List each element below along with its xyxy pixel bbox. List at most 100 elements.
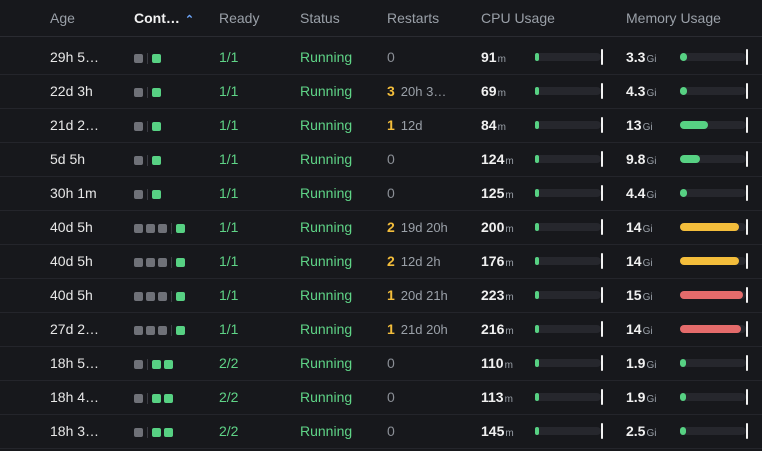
cpu-unit: m [505, 190, 514, 201]
cell-age: 18h 4… [50, 389, 100, 405]
cell-cpu: 200m [481, 210, 514, 244]
cpu-usage-bar [535, 287, 603, 303]
cpu-limit-marker [601, 185, 603, 201]
column-header-containers[interactable]: Cont… ⌃ [134, 10, 194, 26]
init-container-icon [146, 325, 155, 335]
table-row[interactable]: 21d 2… 1/1 Running 1 12d 84m 13Gi [0, 108, 762, 143]
table-row[interactable]: 5d 5h 1/1 Running 0 124m 9.8Gi [0, 142, 762, 177]
column-header-ready[interactable]: Ready [219, 10, 259, 26]
cell-restarts: 0 [387, 142, 401, 176]
column-header-age[interactable]: Age [50, 10, 75, 26]
cell-memory: 1.9Gi [626, 380, 656, 414]
cell-containers [134, 142, 164, 176]
cpu-value: 200 [481, 219, 505, 235]
cell-containers [134, 108, 164, 142]
cpu-value: 91 [481, 49, 497, 65]
table-row[interactable]: 29h 5… 1/1 Running 0 91m 3.3Gi [0, 40, 762, 75]
cpu-usage-bar [535, 321, 603, 337]
cell-age: 40d 5h [50, 287, 93, 303]
cell-memory: 3.3Gi [626, 40, 656, 74]
table-row[interactable]: 18h 3… 2/2 Running 0 145m 2.5Gi [0, 414, 762, 449]
memory-usage-bar [680, 151, 748, 167]
table-row[interactable]: 18h 4… 2/2 Running 0 113m 1.9Gi [0, 380, 762, 415]
last-restart-ago: 12d [400, 118, 423, 133]
cpu-unit: m [504, 360, 513, 371]
memory-usage-bar [680, 321, 748, 337]
table-row[interactable]: 40d 5h 1/1 Running 2 19d 20h 200m 14Gi [0, 210, 762, 245]
memory-unit: Gi [646, 54, 657, 65]
table-row[interactable]: 40d 5h 1/1 Running 2 12d 2h 176m 14Gi [0, 244, 762, 279]
cell-containers [134, 244, 188, 278]
cpu-usage-fill [535, 427, 539, 435]
memory-limit-marker [746, 49, 748, 65]
container-separator [147, 426, 148, 438]
cell-restarts: 1 21d 20h [387, 312, 448, 346]
memory-value: 3.3 [626, 49, 646, 65]
cell-status: Running [300, 389, 353, 405]
column-header-status[interactable]: Status [300, 10, 340, 26]
table-row[interactable]: 30h 1m 1/1 Running 0 125m 4.4Gi [0, 176, 762, 211]
memory-value: 1.9 [626, 355, 646, 371]
cell-age: 27d 2… [50, 321, 100, 337]
init-container-icon [134, 257, 143, 267]
memory-value: 4.3 [626, 83, 646, 99]
restart-count: 0 [387, 185, 395, 201]
last-restart-ago: 12d 2h [400, 254, 441, 269]
memory-usage-fill [680, 393, 686, 401]
cell-restarts: 0 [387, 414, 401, 448]
cpu-usage-fill [535, 87, 539, 95]
container-ready-icon [152, 393, 161, 403]
cpu-limit-marker [601, 287, 603, 303]
memory-unit: Gi [646, 190, 657, 201]
cell-memory: 13Gi [626, 108, 653, 142]
memory-limit-marker [746, 287, 748, 303]
cpu-limit-marker [601, 219, 603, 235]
cell-age: 40d 5h [50, 219, 93, 235]
cell-age: 5d 5h [50, 151, 86, 167]
memory-usage-fill [680, 223, 739, 231]
memory-unit: Gi [642, 224, 653, 235]
cpu-usage-fill [535, 359, 539, 367]
container-ready-icon [176, 325, 185, 335]
cpu-usage-fill [535, 189, 539, 197]
column-header-restarts[interactable]: Restarts [387, 10, 439, 26]
cpu-value: 84 [481, 117, 497, 133]
cell-restarts: 0 [387, 380, 401, 414]
table-row[interactable]: 18h 5… 2/2 Running 0 110m 1.9Gi [0, 346, 762, 381]
table-row[interactable]: 40d 5h 1/1 Running 1 20d 21h 223m 15Gi [0, 278, 762, 313]
memory-unit: Gi [642, 122, 653, 133]
cpu-usage-bar [535, 185, 603, 201]
memory-usage-fill [680, 189, 687, 197]
column-header-cpu-usage[interactable]: CPU Usage [481, 10, 555, 26]
restart-count: 0 [387, 151, 395, 167]
cell-restarts: 1 12d [387, 108, 423, 142]
cell-status: Running [300, 83, 353, 99]
memory-limit-marker [746, 355, 748, 371]
cell-ready: 2/2 [219, 423, 239, 439]
memory-limit-marker [746, 151, 748, 167]
cpu-limit-marker [601, 49, 603, 65]
cpu-limit-marker [601, 83, 603, 99]
container-ready-icon [176, 291, 185, 301]
table-row[interactable]: 22d 3h 1/1 Running 3 20h 3… 69m 4.3Gi [0, 74, 762, 109]
memory-usage-fill [680, 53, 687, 61]
cpu-usage-bar [535, 117, 603, 133]
cell-age: 21d 2… [50, 117, 100, 133]
init-container-icon [134, 359, 143, 369]
init-container-icon [146, 257, 155, 267]
column-header-memory-usage[interactable]: Memory Usage [626, 10, 721, 26]
memory-limit-marker [746, 185, 748, 201]
cpu-unit: m [505, 428, 514, 439]
init-container-icon [134, 87, 143, 97]
init-container-icon [134, 53, 143, 63]
cell-age: 40d 5h [50, 253, 93, 269]
table-row[interactable]: 27d 2… 1/1 Running 1 21d 20h 216m 14Gi [0, 312, 762, 347]
restart-count: 3 [387, 83, 395, 99]
memory-unit: Gi [646, 156, 657, 167]
cpu-usage-bar [535, 49, 603, 65]
cell-cpu: 125m [481, 176, 514, 210]
cell-restarts: 2 12d 2h [387, 244, 441, 278]
cpu-usage-fill [535, 291, 539, 299]
memory-value: 2.5 [626, 423, 646, 439]
cell-ready: 1/1 [219, 83, 239, 99]
